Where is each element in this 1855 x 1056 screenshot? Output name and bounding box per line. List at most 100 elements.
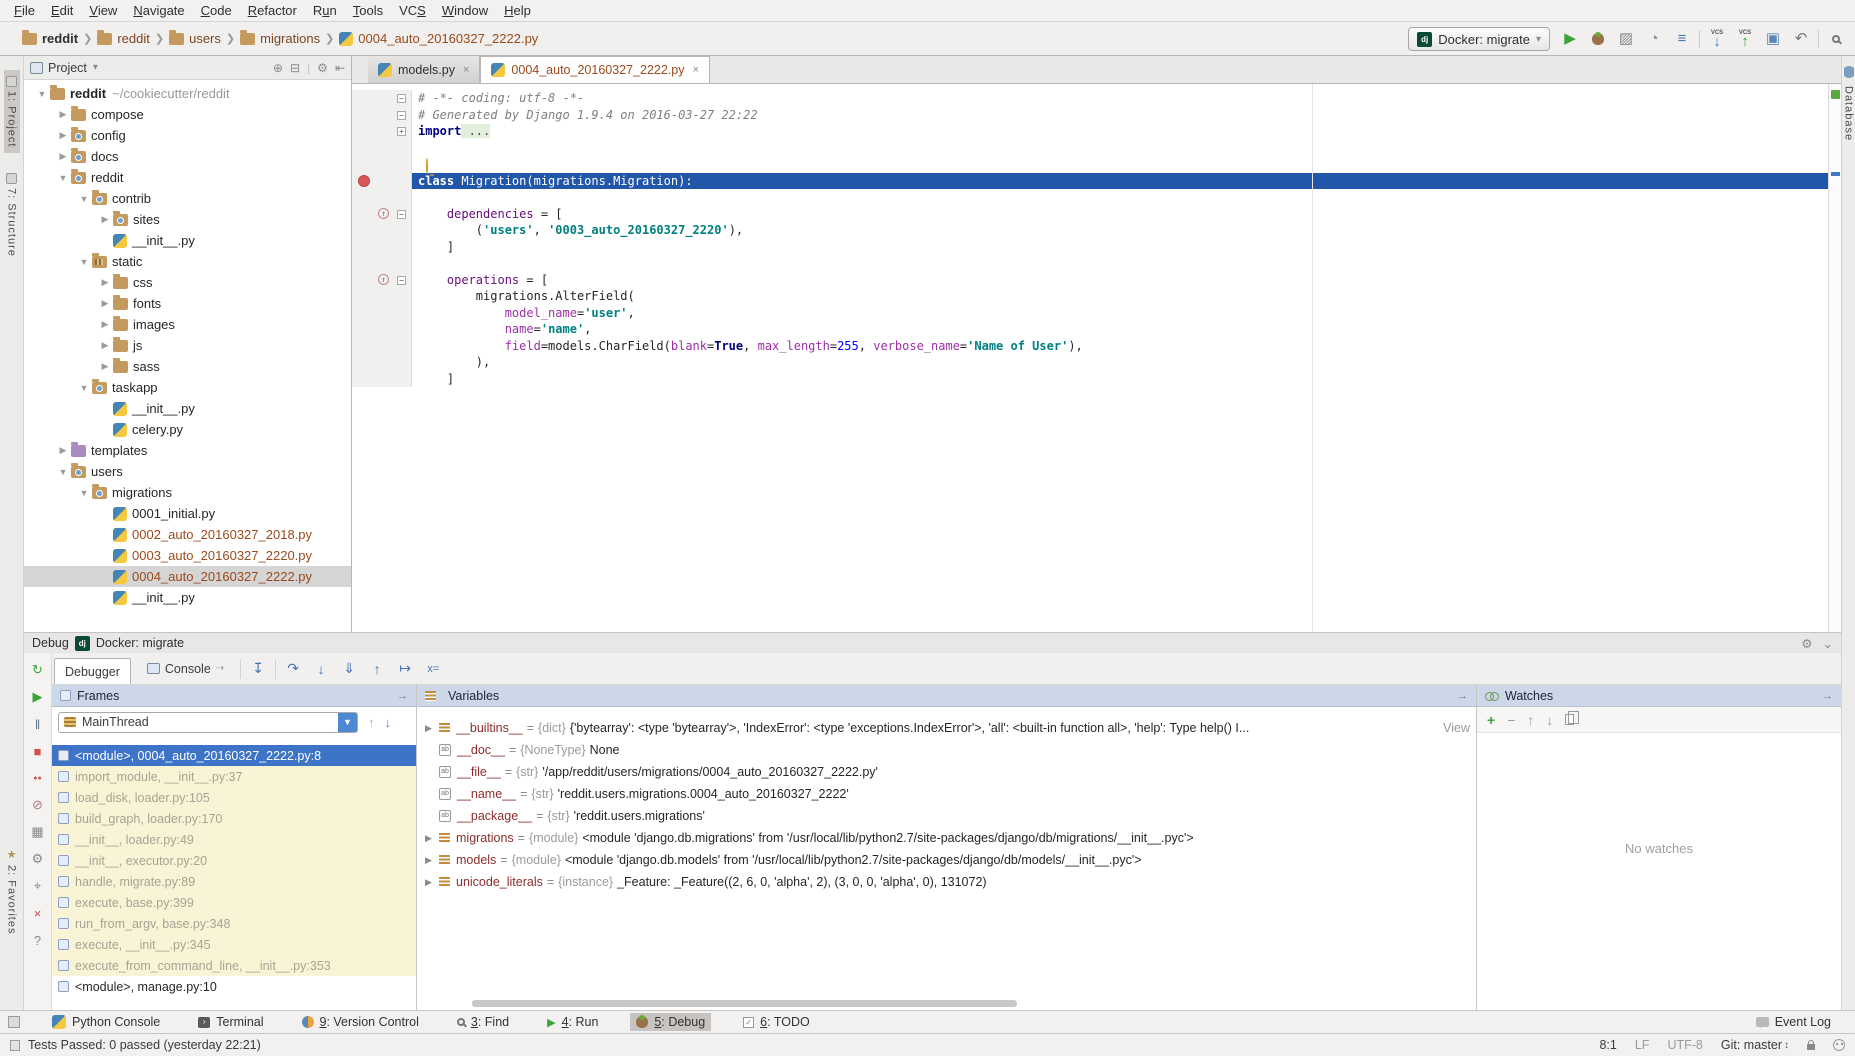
frame-row[interactable]: run_from_argv, base.py:348 <box>52 913 416 934</box>
toolwindow-button-python-console[interactable]: Python Console <box>46 1013 166 1031</box>
debug-tab-console[interactable]: Console⇢ <box>137 657 234 681</box>
tree-row[interactable]: 0003_auto_20160327_2220.py <box>24 545 351 566</box>
stop-icon[interactable]: ■ <box>29 742 47 760</box>
view-breakpoints-icon[interactable]: ●● <box>29 769 47 787</box>
tree-row[interactable]: ▶sass <box>24 356 351 377</box>
run-to-cursor-icon[interactable]: ↦ <box>394 658 416 680</box>
hide-window-icon[interactable]: ⌄ <box>1823 636 1833 651</box>
editor-gutter[interactable] <box>352 173 412 190</box>
editor-gutter[interactable] <box>352 189 412 206</box>
force-step-into-icon[interactable]: ⇓ <box>338 658 360 680</box>
fold-collapse-icon[interactable]: − <box>397 94 406 103</box>
editor-gutter[interactable] <box>352 338 412 355</box>
editor-tab[interactable]: 0004_auto_20160327_2222.py× <box>480 56 710 83</box>
editor-gutter[interactable]: + <box>352 123 412 140</box>
vcs-commit-icon[interactable]: VCS↑ <box>1734 28 1756 50</box>
editor-gutter[interactable] <box>352 222 412 239</box>
frame-row[interactable]: <module>, manage.py:10 <box>52 976 416 997</box>
hide-panel-icon[interactable]: ⇤ <box>335 61 345 75</box>
collapse-all-icon[interactable]: ⊟ <box>290 61 300 75</box>
tool-button-database[interactable]: Database <box>1841 60 1855 147</box>
frame-row[interactable]: build_graph, loader.py:170 <box>52 808 416 829</box>
thread-selector[interactable]: MainThread ▼ <box>58 712 358 733</box>
frame-row[interactable]: import_module, __init__.py:37 <box>52 766 416 787</box>
rerun-icon[interactable]: ↻ <box>29 661 47 679</box>
lock-icon[interactable] <box>1807 1044 1815 1050</box>
remove-watch-icon[interactable]: − <box>1507 712 1515 728</box>
project-panel-header[interactable]: Project ▾ ⊕ ⊟ | ⚙ ⇤ <box>24 56 351 80</box>
breadcrumb-item[interactable]: reddit <box>22 31 78 46</box>
status-message[interactable]: Tests Passed: 0 passed (yesterday 22:21) <box>28 1038 261 1052</box>
settings-icon[interactable]: ⚙ <box>29 850 47 868</box>
chevron-expanded-icon[interactable]: ▼ <box>76 488 92 498</box>
error-stripe[interactable] <box>1828 84 1841 632</box>
git-branch[interactable]: Git: master↕ <box>1721 1038 1789 1052</box>
tree-row[interactable]: 0004_auto_20160327_2222.py <box>24 566 351 587</box>
tool-window-switcher-icon[interactable] <box>8 1016 20 1028</box>
fold-collapse-icon[interactable]: − <box>397 276 406 285</box>
run-icon[interactable]: ▶ <box>1559 28 1581 50</box>
tree-row[interactable]: ▶config <box>24 125 351 146</box>
tree-row[interactable]: 0002_auto_20160327_2018.py <box>24 524 351 545</box>
changes-icon[interactable]: ▣ <box>1762 28 1784 50</box>
show-execution-point-icon[interactable]: ↧ <box>247 658 269 680</box>
editor-tab[interactable]: models.py× <box>368 56 480 83</box>
override-marker-icon[interactable]: ↑ <box>378 274 389 285</box>
editor-gutter[interactable]: ↑− <box>352 206 412 223</box>
chevron-expanded-icon[interactable]: ▼ <box>76 257 92 267</box>
close-tab-icon[interactable]: × <box>463 64 469 76</box>
editor-gutter[interactable] <box>352 354 412 371</box>
chevron-expanded-icon[interactable]: ▼ <box>55 467 71 477</box>
fold-expand-icon[interactable]: + <box>397 127 406 136</box>
search-icon[interactable] <box>1825 28 1847 50</box>
move-down-icon[interactable]: ↓ <box>1546 712 1553 728</box>
search-icon[interactable] <box>1832 35 1840 43</box>
debug-icon[interactable] <box>1587 28 1609 50</box>
tool-button-favorites[interactable]: ★ 2: Favorites <box>4 842 20 940</box>
frame-row[interactable]: execute_from_command_line, __init__.py:3… <box>52 955 416 976</box>
duplicate-icon[interactable] <box>1565 714 1574 725</box>
resume-icon[interactable]: ▶ <box>29 688 47 706</box>
chevron-expanded-icon[interactable]: ▼ <box>34 89 50 99</box>
step-into-icon[interactable]: ↓ <box>310 658 332 680</box>
frame-row[interactable]: __init__, loader.py:49 <box>52 829 416 850</box>
tool-button-structure[interactable]: 7: Structure <box>4 167 20 263</box>
tree-row[interactable]: ▶templates <box>24 440 351 461</box>
frame-down-icon[interactable]: ↓ <box>385 715 392 730</box>
menu-vcs[interactable]: VCS <box>391 0 434 21</box>
chevron-collapsed-icon[interactable]: ▶ <box>97 298 113 309</box>
view-link[interactable]: View <box>1439 717 1470 739</box>
editor-gutter[interactable] <box>352 239 412 256</box>
editor-gutter[interactable] <box>352 140 412 157</box>
code-area[interactable]: −# -*- coding: utf-8 -*-−# Generated by … <box>352 84 1828 632</box>
frame-up-icon[interactable]: ↑ <box>368 715 375 730</box>
menu-run[interactable]: Run <box>305 0 345 21</box>
toolwindow-button-event-log[interactable]: Event Log <box>1750 1013 1837 1031</box>
variable-row[interactable]: ▶migrations={module}<module 'django.db.m… <box>417 827 1476 849</box>
editor-gutter[interactable]: − <box>352 107 412 124</box>
menu-help[interactable]: Help <box>496 0 539 21</box>
caret-position[interactable]: 8:1 <box>1599 1038 1616 1052</box>
pause-icon[interactable]: ‖ <box>29 715 47 733</box>
fold-collapse-icon[interactable]: − <box>397 210 406 219</box>
chevron-collapsed-icon[interactable]: ▶ <box>97 319 113 330</box>
variable-row[interactable]: ▶models={module}<module 'django.db.model… <box>417 849 1476 871</box>
close-icon[interactable]: × <box>29 904 47 922</box>
add-watch-icon[interactable]: + <box>1487 712 1495 728</box>
editor-gutter[interactable]: ↑− <box>352 272 412 289</box>
tree-row[interactable]: ▶sites <box>24 209 351 230</box>
editor-gutter[interactable]: − <box>352 90 412 107</box>
tree-row[interactable]: ▼migrations <box>24 482 351 503</box>
chevron-collapsed-icon[interactable]: ▶ <box>425 833 439 844</box>
horizontal-scrollbar[interactable] <box>472 1000 1017 1007</box>
variable-row[interactable]: ▶__builtins__={dict}{'bytearray': <type … <box>417 717 1476 739</box>
toolwindow-button-5-debug[interactable]: 5: Debug <box>630 1013 711 1031</box>
toolwindow-button-terminal[interactable]: ›Terminal <box>192 1013 269 1031</box>
chevron-expanded-icon[interactable]: ▼ <box>76 383 92 393</box>
tree-row[interactable]: ▶docs <box>24 146 351 167</box>
editor-gutter[interactable] <box>352 156 412 173</box>
menu-code[interactable]: Code <box>193 0 240 21</box>
toolwindow-button-3-find[interactable]: 3: Find <box>451 1013 515 1031</box>
run-config-selector[interactable]: dj Docker: migrate ▾ <box>1408 27 1550 51</box>
settings-icon[interactable]: ⚙ <box>1801 636 1812 651</box>
